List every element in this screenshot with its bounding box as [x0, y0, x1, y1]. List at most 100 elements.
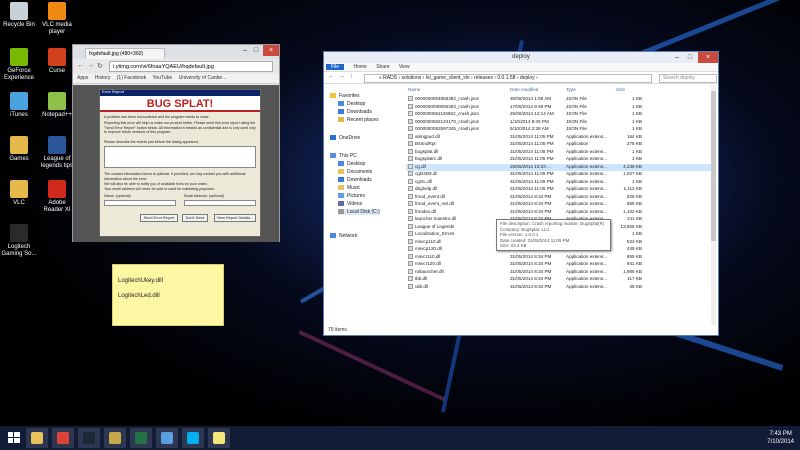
chrome-window[interactable]: fxgdefault.jpg (480×360) – □ × ← → ↻ i.y…	[72, 44, 280, 242]
desktop-icon[interactable]: Curse	[38, 48, 76, 75]
maximize-icon[interactable]: □	[251, 45, 261, 56]
file-row[interactable]: ubli.dll 31/05/2014 8:34 PM Application ex…	[406, 284, 711, 292]
taskbar-app[interactable]	[156, 428, 178, 448]
taskbar-app[interactable]	[78, 428, 100, 448]
file-explorer-window[interactable]: deploy – □ × File Home Share View ← → ↑ …	[323, 51, 719, 336]
file-row[interactable]: 0000000060065393_crash.json 17/06/2014 9:…	[406, 104, 711, 112]
taskbar-app[interactable]	[26, 428, 48, 448]
close-icon[interactable]: ×	[263, 45, 279, 56]
desktop-icon[interactable]: Recycle Bin	[0, 2, 38, 29]
tab-view[interactable]: View	[399, 64, 410, 70]
nav-network[interactable]: Network	[330, 233, 357, 239]
desktop-icon[interactable]: Logitech Gaming So...	[0, 224, 38, 258]
vlc-icon	[48, 2, 66, 20]
breadcrumb[interactable]: « RADS › solutions › lol_game_client_sln…	[364, 74, 652, 83]
bookmark-item[interactable]: (1) Facebook	[117, 75, 146, 81]
close-icon[interactable]: ×	[698, 52, 718, 63]
file-row[interactable]: atimgpud.dll 31/05/2014 11:05 PM Applicati…	[406, 134, 711, 142]
start-button[interactable]	[3, 428, 25, 448]
file-row[interactable]: bugsplat.dll 31/05/2014 11:05 PM Applicati…	[406, 149, 711, 157]
desktop-icon[interactable]: Games	[0, 136, 38, 163]
desktop-icon[interactable]: VLC	[0, 180, 38, 207]
scrollbar-thumb[interactable]	[711, 91, 716, 241]
file-row[interactable]: 0000000062597345_crash.json 5/10/2014 2:3…	[406, 126, 711, 134]
desktop-icon[interactable]: Notepad++	[38, 92, 76, 119]
nav-item[interactable]: Music	[338, 185, 360, 191]
nav-item[interactable]: Videos	[338, 201, 362, 207]
column-date-modified[interactable]: Date modified	[510, 87, 538, 92]
forward-icon[interactable]: →	[338, 73, 345, 80]
up-icon[interactable]: ↑	[350, 73, 354, 80]
back-icon[interactable]: ←	[77, 62, 84, 69]
scrollbar[interactable]	[711, 85, 716, 325]
network-icon	[330, 233, 336, 239]
file-row[interactable]: dbghelp.dll 31/05/2014 11:05 PM Applicatio…	[406, 186, 711, 194]
file-row[interactable]: cgD3D9.dll 31/05/2014 11:05 PM Application…	[406, 171, 711, 179]
sticky-note[interactable]: LogitechUkey.dill LogitechLed.dill	[112, 264, 224, 326]
system-clock[interactable]: 7:43 PM 7/10/2014	[767, 430, 794, 446]
desktop-icon[interactable]: iTunes	[0, 92, 38, 119]
column-name[interactable]: Name	[408, 87, 420, 92]
bookmark-item[interactable]: YouTube	[153, 75, 173, 81]
file-row[interactable]: bugsplatrc.dll 31/05/2014 11:05 PM Applica…	[406, 156, 711, 164]
file-row[interactable]: fmodex.dll 31/05/2014 8:34 PM Application …	[406, 209, 711, 217]
file-row[interactable]: msvcr110.dll 31/05/2014 8:34 PM Applicatio…	[406, 254, 711, 262]
maximize-icon[interactable]: □	[684, 52, 696, 63]
image-viewport: Error Report BUG SPLAT! A problem has be…	[73, 85, 279, 242]
nav-favorites[interactable]: Favorites	[330, 93, 360, 99]
tab-file[interactable]: File	[326, 64, 345, 70]
search-input[interactable]: Search deploy	[659, 74, 717, 83]
file-row[interactable]: msvcr120.dll 31/05/2014 8:34 PM Applicatio…	[406, 261, 711, 269]
file-date: 31/05/2014 8:34 PM	[510, 201, 552, 206]
tab-home[interactable]: Home	[353, 64, 366, 70]
nav-item[interactable]: Downloads	[338, 177, 372, 183]
tab-share[interactable]: Share	[376, 64, 389, 70]
file-row[interactable]: tbb.dll 31/05/2014 8:34 PM Application ext…	[406, 276, 711, 284]
taskbar-app[interactable]	[182, 428, 204, 448]
reload-icon[interactable]: ↻	[97, 62, 103, 70]
file-size: 1 KB	[632, 126, 642, 131]
nav-item[interactable]: Desktop	[338, 101, 365, 107]
nav-item[interactable]: Local Disk (C:)	[338, 209, 380, 215]
bookmark-item[interactable]: University of Canbe...	[179, 75, 227, 81]
explorer-titlebar[interactable]: deploy – □ ×	[324, 52, 718, 63]
file-row[interactable]: fmod_event.dll 31/05/2014 8:34 PM Applicat…	[406, 194, 711, 202]
desktop-icon[interactable]: GeForce Experience	[0, 48, 38, 82]
file-row[interactable]: 0000000062124170_crash.json 1/10/2014 8:4…	[406, 119, 711, 127]
address-bar[interactable]: i.ytimg.com/vi/6foaaYQAEU/hqdefault.jpg	[109, 61, 273, 72]
file-row[interactable]: cgGL.dll 31/05/2014 11:05 PM Application e…	[406, 179, 711, 187]
taskbar-app[interactable]	[52, 428, 74, 448]
file-row[interactable]: cg.dll 25/05/2014 10:33 ... Application ex…	[406, 163, 711, 171]
file-row[interactable]: rotlauncher.dll 31/05/2014 8:34 PM Applica…	[406, 269, 711, 277]
desktop-icon[interactable]: Adobe Reader XI	[38, 180, 76, 214]
back-icon[interactable]: ←	[328, 73, 335, 80]
chrome-titlebar[interactable]: fxgdefault.jpg (480×360) – □ ×	[73, 45, 279, 59]
file-date: 30/08/2014 1:58 AM	[510, 96, 552, 101]
taskbar-app[interactable]	[130, 428, 152, 448]
nav-onedrive[interactable]: OneDrive	[330, 135, 360, 141]
taskbar-app[interactable]	[208, 428, 230, 448]
file-icon	[408, 253, 413, 259]
chrome-tab[interactable]: fxgdefault.jpg (480×360)	[85, 48, 165, 59]
file-size: 628 KB	[626, 193, 642, 199]
file-row[interactable]: BsSndRpt 31/05/2014 11:05 PM Application 27…	[406, 141, 711, 149]
desktop-icon[interactable]: League of legends tips	[38, 136, 76, 170]
file-row[interactable]: fmod_event_net.dll 31/05/2014 8:34 PM Appl…	[406, 201, 711, 209]
nav-item[interactable]: Recent places	[338, 117, 379, 123]
forward-icon[interactable]: →	[87, 62, 94, 69]
file-row[interactable]: 0000000054858382_crash.json 30/08/2014 1:…	[406, 96, 711, 104]
desktop-icon[interactable]: VLC media player	[38, 2, 76, 36]
nav-this-pc[interactable]: This PC	[330, 153, 357, 159]
minimize-icon[interactable]: –	[672, 52, 682, 63]
bookmark-item[interactable]: Apps	[77, 75, 88, 81]
taskbar-app[interactable]	[104, 428, 126, 448]
column-size[interactable]: Size	[616, 87, 625, 92]
column-type[interactable]: Type	[566, 87, 576, 92]
file-row[interactable]: 0000000061126652_crash.json 25/06/2014 12…	[406, 111, 711, 119]
minimize-icon[interactable]: –	[241, 45, 249, 56]
bookmark-item[interactable]: History	[95, 75, 111, 81]
nav-item[interactable]: Desktop	[338, 161, 365, 167]
nav-item[interactable]: Downloads	[338, 109, 372, 115]
nav-item[interactable]: Pictures	[338, 193, 365, 199]
nav-item[interactable]: Documents	[338, 169, 372, 175]
